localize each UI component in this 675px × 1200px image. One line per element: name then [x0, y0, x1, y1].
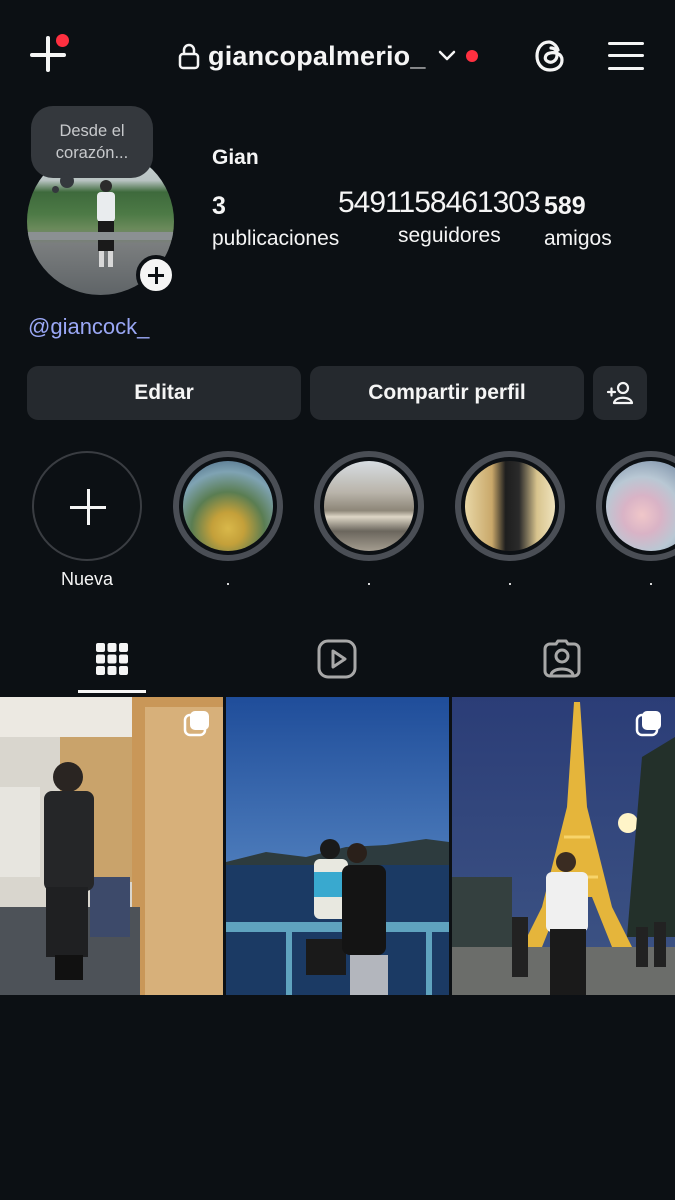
highlight-thumbnail	[606, 461, 675, 551]
post-thumbnail[interactable]	[452, 697, 675, 995]
tab-tagged[interactable]	[537, 634, 587, 684]
highlight-label: .	[225, 569, 231, 589]
post-image	[226, 697, 449, 995]
account-username: giancopalmerio_	[208, 40, 426, 71]
account-switcher[interactable]: giancopalmerio_	[178, 36, 478, 76]
note-bubble[interactable]: Desde el corazón...	[31, 106, 153, 178]
post-thumbnail[interactable]	[0, 697, 223, 995]
tagged-icon	[543, 639, 581, 678]
highlight-thumbnail	[183, 461, 273, 551]
add-story-button[interactable]	[136, 255, 176, 295]
notification-dot	[56, 34, 69, 47]
carousel-icon	[183, 711, 209, 737]
post-image	[0, 697, 223, 995]
chevron-down-icon	[438, 50, 455, 61]
post-image	[452, 697, 675, 995]
tab-posts[interactable]	[87, 634, 137, 684]
highlight-label: .	[507, 569, 513, 589]
highlight-item[interactable]: .	[596, 451, 675, 590]
stat-value: 589	[544, 192, 586, 220]
highlight-item[interactable]: .	[173, 451, 283, 590]
highlight-ring	[32, 451, 142, 561]
discover-people-button[interactable]	[593, 366, 647, 420]
threads-icon[interactable]	[530, 36, 570, 76]
carousel-icon	[635, 711, 661, 737]
account-notification-dot	[465, 50, 478, 62]
display-name: Gian	[212, 146, 259, 169]
menu-icon[interactable]	[608, 40, 644, 72]
stat-label: amigos	[544, 227, 612, 250]
active-tab-indicator	[78, 690, 146, 693]
person-figure	[97, 180, 115, 267]
add-person-icon	[606, 381, 634, 405]
highlight-item[interactable]: .	[314, 451, 424, 590]
stat-friends[interactable]: 589 amigos	[544, 192, 612, 251]
top-bar: giancopalmerio_	[0, 0, 675, 110]
stat-followers[interactable]: 5491158461303 seguidores	[338, 186, 541, 248]
tab-reels[interactable]	[312, 634, 362, 684]
edit-profile-button[interactable]: Editar	[27, 366, 301, 420]
stat-label: seguidores	[398, 224, 501, 247]
profile-handle-link[interactable]: @giancock_	[28, 314, 149, 340]
stat-value: 5491158461303	[338, 186, 541, 219]
stat-value: 3	[212, 192, 226, 220]
highlight-label: .	[648, 569, 654, 589]
new-post-button[interactable]	[28, 34, 70, 76]
grid-icon	[96, 643, 128, 675]
highlight-item[interactable]: .	[455, 451, 565, 590]
highlight-new[interactable]: Nueva	[32, 451, 142, 590]
highlight-thumbnail	[324, 461, 414, 551]
highlight-label: .	[366, 569, 372, 589]
reels-icon	[317, 639, 357, 679]
stat-posts[interactable]: 3 publicaciones	[212, 192, 339, 251]
post-thumbnail[interactable]	[226, 697, 449, 995]
lock-icon	[178, 43, 200, 70]
highlight-thumbnail	[465, 461, 555, 551]
highlight-label: Nueva	[60, 569, 114, 589]
note-text: Desde el corazón...	[55, 122, 129, 162]
share-profile-button[interactable]: Compartir perfil	[310, 366, 584, 420]
stat-label: publicaciones	[212, 227, 340, 250]
